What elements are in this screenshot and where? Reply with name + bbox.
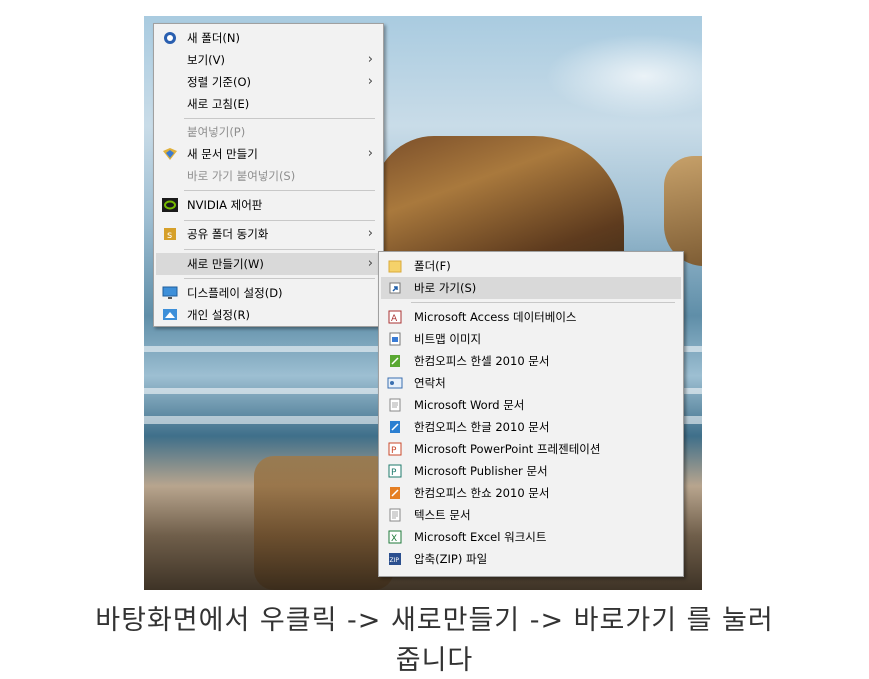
submenu-item-access-db[interactable]: A Microsoft Access 데이터베이스 <box>381 306 681 328</box>
instruction-caption-line1: 바탕화면에서 우클릭 -> 새로만들기 -> 바로가기 를 눌러 <box>95 605 774 636</box>
menu-separator <box>184 118 375 119</box>
submenu-item-excel[interactable]: X Microsoft Excel 워크시트 <box>381 526 681 548</box>
submenu-item-publisher[interactable]: P Microsoft Publisher 문서 <box>381 460 681 482</box>
rock-reflection <box>254 456 394 590</box>
access-icon: A <box>387 309 403 325</box>
menu-item-label: 연락처 <box>414 376 446 390</box>
menu-item-refresh[interactable]: 새로 고침(E) <box>156 93 381 115</box>
menu-item-label: Microsoft Publisher 문서 <box>414 464 548 478</box>
nvidia-icon <box>162 197 178 213</box>
menu-item-paste[interactable]: 붙여넣기(P) <box>156 121 381 143</box>
excel-icon: X <box>387 529 403 545</box>
menu-item-label: 바로 가기(S) <box>414 281 477 295</box>
powerpoint-icon: P <box>387 441 403 457</box>
menu-item-label: 비트맵 이미지 <box>414 332 482 346</box>
submenu-arrow-icon: › <box>367 256 373 271</box>
hanshow-icon <box>387 485 403 501</box>
menu-separator <box>184 220 375 221</box>
menu-separator <box>184 278 375 279</box>
contact-icon <box>387 375 403 391</box>
svg-text:X: X <box>391 534 397 544</box>
menu-item-view[interactable]: 보기(V) › <box>156 49 381 71</box>
folder-icon <box>387 258 403 274</box>
svg-text:P: P <box>391 446 397 456</box>
menu-item-label: 정렬 기준(O) <box>187 75 251 89</box>
submenu-item-hanshow[interactable]: 한컴오피스 한쇼 2010 문서 <box>381 482 681 504</box>
menu-item-label: 새 문서 만들기 <box>187 147 258 161</box>
submenu-item-powerpoint[interactable]: P Microsoft PowerPoint 프레젠테이션 <box>381 438 681 460</box>
submenu-item-text-document[interactable]: 텍스트 문서 <box>381 504 681 526</box>
submenu-arrow-icon: › <box>367 74 373 89</box>
rock-formation <box>664 156 702 266</box>
menu-item-label: 폴더(F) <box>414 259 451 273</box>
bitmap-icon <box>387 331 403 347</box>
submenu-item-contact[interactable]: 연락처 <box>381 372 681 394</box>
menu-item-new[interactable]: 새로 만들기(W) › <box>156 253 381 275</box>
submenu-arrow-icon: › <box>367 52 373 67</box>
publisher-icon: P <box>387 463 403 479</box>
text-document-icon <box>387 507 403 523</box>
menu-item-label: NVIDIA 제어판 <box>187 198 263 212</box>
submenu-item-hangul[interactable]: 한컴오피스 한글 2010 문서 <box>381 416 681 438</box>
hangul-icon <box>387 419 403 435</box>
submenu-item-bitmap[interactable]: 비트맵 이미지 <box>381 328 681 350</box>
menu-item-label: Microsoft Access 데이터베이스 <box>414 310 577 324</box>
menu-item-label: 한컴오피스 한쇼 2010 문서 <box>414 486 550 500</box>
menu-item-label: 붙여넣기(P) <box>187 125 246 139</box>
submenu-arrow-icon: › <box>367 226 373 241</box>
menu-item-sync-shared-folder[interactable]: s 공유 폴더 동기화 › <box>156 223 381 245</box>
svg-text:ZIP: ZIP <box>390 557 400 564</box>
personalize-icon <box>162 307 178 323</box>
submenu-item-hancell[interactable]: 한컴오피스 한셀 2010 문서 <box>381 350 681 372</box>
zip-icon: ZIP <box>387 551 403 567</box>
menu-item-label: 압축(ZIP) 파일 <box>414 552 488 566</box>
menu-item-paste-shortcut[interactable]: 바로 가기 붙여넣기(S) <box>156 165 381 187</box>
menu-item-label: 한컴오피스 한셀 2010 문서 <box>414 354 550 368</box>
word-icon <box>387 397 403 413</box>
menu-item-label: 개인 설정(R) <box>187 308 250 322</box>
new-document-icon <box>162 146 178 162</box>
menu-item-label: 텍스트 문서 <box>414 508 471 522</box>
new-folder-icon <box>162 30 178 46</box>
sync-folder-icon: s <box>162 226 178 242</box>
menu-item-label: Microsoft Excel 워크시트 <box>414 530 547 544</box>
menu-item-label: 새 폴더(N) <box>187 31 240 45</box>
menu-item-nvidia-control-panel[interactable]: NVIDIA 제어판 <box>156 194 381 216</box>
instruction-caption-line2: 줍니다 <box>395 645 474 676</box>
menu-item-label: 보기(V) <box>187 53 225 67</box>
menu-item-display-settings[interactable]: 디스플레이 설정(D) <box>156 282 381 304</box>
menu-item-personalize[interactable]: 개인 설정(R) <box>156 304 381 326</box>
submenu-item-shortcut[interactable]: 바로 가기(S) <box>381 277 681 299</box>
svg-text:s: s <box>167 230 172 241</box>
submenu-item-zip[interactable]: ZIP 압축(ZIP) 파일 <box>381 548 681 570</box>
new-submenu: 폴더(F) 바로 가기(S) A Microsoft Access 데이터베이스… <box>378 251 684 577</box>
menu-item-new-folder[interactable]: 새 폴더(N) <box>156 27 381 49</box>
menu-item-label: Microsoft PowerPoint 프레젠테이션 <box>414 442 601 456</box>
menu-item-label: 새로 만들기(W) <box>187 257 264 271</box>
desktop-screenshot: 새 폴더(N) 보기(V) › 정렬 기준(O) › 새로 고침(E) 붙여넣기… <box>144 16 702 590</box>
menu-separator <box>411 302 675 303</box>
menu-item-label: 바로 가기 붙여넣기(S) <box>187 169 296 183</box>
menu-item-sort-by[interactable]: 정렬 기준(O) › <box>156 71 381 93</box>
shortcut-icon <box>387 280 403 296</box>
menu-item-label: 한컴오피스 한글 2010 문서 <box>414 420 550 434</box>
menu-separator <box>184 249 375 250</box>
menu-item-label: 디스플레이 설정(D) <box>187 286 283 300</box>
svg-text:A: A <box>391 314 398 324</box>
submenu-item-folder[interactable]: 폴더(F) <box>381 255 681 277</box>
hancell-icon <box>387 353 403 369</box>
submenu-item-word[interactable]: Microsoft Word 문서 <box>381 394 681 416</box>
menu-item-label: 공유 폴더 동기화 <box>187 227 269 241</box>
menu-separator <box>184 190 375 191</box>
menu-item-new-document[interactable]: 새 문서 만들기 › <box>156 143 381 165</box>
submenu-arrow-icon: › <box>367 146 373 161</box>
svg-text:P: P <box>391 468 397 478</box>
menu-item-label: 새로 고침(E) <box>187 97 250 111</box>
menu-item-label: Microsoft Word 문서 <box>414 398 525 412</box>
display-icon <box>162 285 178 301</box>
desktop-context-menu: 새 폴더(N) 보기(V) › 정렬 기준(O) › 새로 고침(E) 붙여넣기… <box>153 23 384 327</box>
